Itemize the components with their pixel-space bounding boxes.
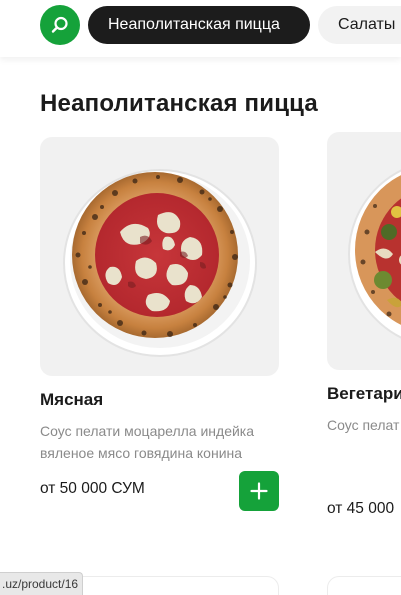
page: Неаполитанская пицца Салаты Неаполитанск… [0, 0, 401, 595]
product-card[interactable]: Вегетари Соус пелат болгарский кабачки с… [327, 132, 401, 517]
product-description: Соус пелати моцарелла индейка вяленое мя… [40, 423, 255, 461]
product-price: от 50 000 СУМ [40, 480, 145, 497]
category-tab-neapolitan-pizza[interactable]: Неаполитанская пицца [88, 6, 310, 44]
product-name[interactable]: Мясная [40, 390, 279, 410]
section-title: Неаполитанская пицца [40, 90, 318, 117]
add-to-cart-button[interactable] [239, 471, 279, 511]
category-tab-salads[interactable]: Салаты [318, 6, 401, 44]
status-bar-url: .uz/product/16 [0, 572, 84, 595]
product-name[interactable]: Вегетари [327, 384, 401, 404]
product-card[interactable]: Мясная Соус пелати моцарелла индейка вял… [40, 137, 279, 511]
plus-icon [250, 482, 268, 500]
pizza-image [348, 169, 401, 339]
product-price: от 45 000 [327, 500, 395, 517]
search-icon [51, 16, 68, 33]
product-image[interactable] [327, 132, 401, 370]
product-image[interactable] [40, 137, 279, 376]
pizza-image [63, 169, 257, 357]
product-card-next-row[interactable] [327, 576, 401, 595]
search-button[interactable] [40, 5, 80, 45]
product-description: Соус пелат болгарский кабачки сп [327, 417, 401, 433]
category-bar: Неаполитанская пицца Салаты [0, 0, 401, 57]
